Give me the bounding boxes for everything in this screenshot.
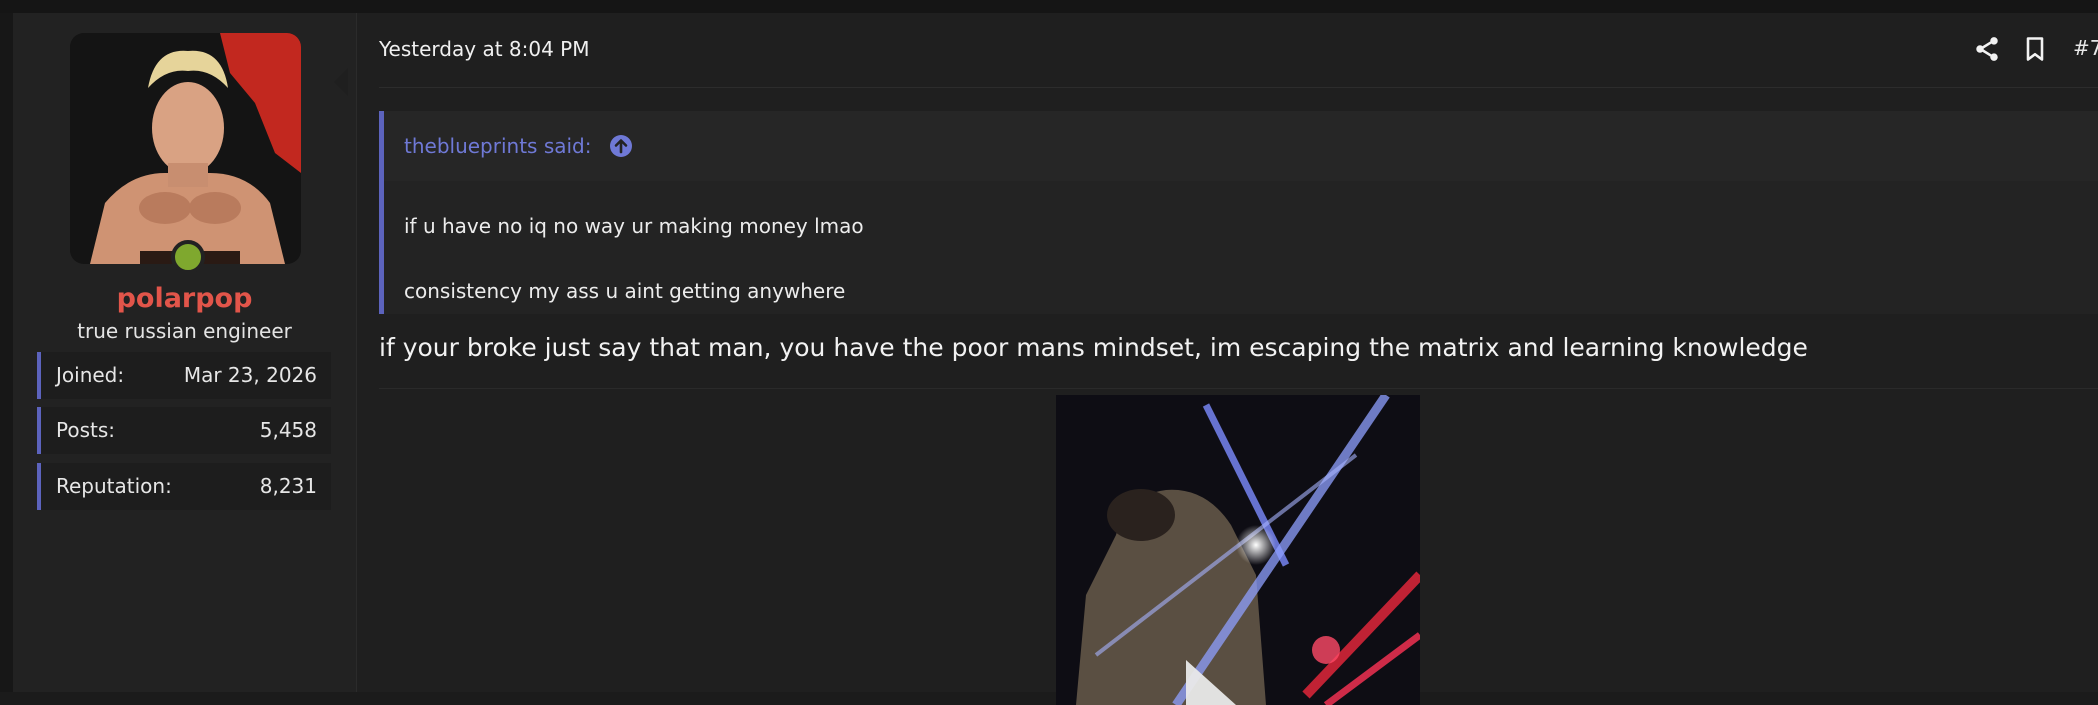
avatar-image bbox=[70, 33, 301, 264]
video-thumbnail bbox=[1056, 395, 1420, 705]
user-info-panel: polarpop true russian engineer Joined: M… bbox=[13, 13, 357, 692]
post-message: if your broke just say that man, you hav… bbox=[379, 333, 1808, 362]
user-title: true russian engineer bbox=[77, 319, 292, 343]
quote-header: theblueprints said: bbox=[384, 111, 2098, 181]
forum-thread-page: polarpop true russian engineer Joined: M… bbox=[0, 0, 2098, 705]
post-pointer-arrow bbox=[334, 68, 348, 96]
stat-label: Reputation: bbox=[56, 474, 172, 498]
stat-label: Joined: bbox=[56, 363, 125, 387]
message-divider bbox=[379, 388, 2098, 389]
stat-label: Posts: bbox=[56, 418, 116, 442]
stat-value: 5,458 bbox=[259, 418, 317, 442]
quote-text-line: consistency my ass u aint getting anywhe… bbox=[404, 279, 846, 303]
share-icon[interactable] bbox=[1973, 35, 2001, 63]
arrow-up-circle-icon[interactable] bbox=[609, 134, 633, 158]
stat-value: 8,231 bbox=[259, 474, 317, 498]
username-link[interactable]: polarpop bbox=[13, 283, 356, 314]
stat-joined: Joined: Mar 23, 2026 bbox=[37, 352, 331, 399]
quote-block: theblueprints said: if u have no iq no w… bbox=[379, 111, 2098, 314]
post-body: Yesterday at 8:04 PM #7 theblueprints sa… bbox=[357, 13, 2098, 705]
online-status-indicator bbox=[171, 240, 205, 274]
stat-reputation: Reputation: 8,231 bbox=[37, 463, 331, 510]
avatar[interactable] bbox=[70, 33, 301, 264]
quote-author-link[interactable]: theblueprints said: bbox=[404, 134, 592, 158]
stat-value: Mar 23, 2026 bbox=[183, 363, 317, 387]
bookmark-icon[interactable] bbox=[2021, 35, 2049, 63]
video-embed[interactable] bbox=[1056, 395, 1420, 705]
left-strip bbox=[0, 13, 13, 692]
top-edge bbox=[0, 0, 2098, 13]
post-number-link[interactable]: #7 bbox=[2073, 36, 2098, 60]
quote-text-line: if u have no iq no way ur making money l… bbox=[404, 214, 864, 238]
header-divider bbox=[379, 87, 2098, 88]
post-date-link[interactable]: Yesterday at 8:04 PM bbox=[379, 37, 590, 61]
stat-posts: Posts: 5,458 bbox=[37, 407, 331, 454]
